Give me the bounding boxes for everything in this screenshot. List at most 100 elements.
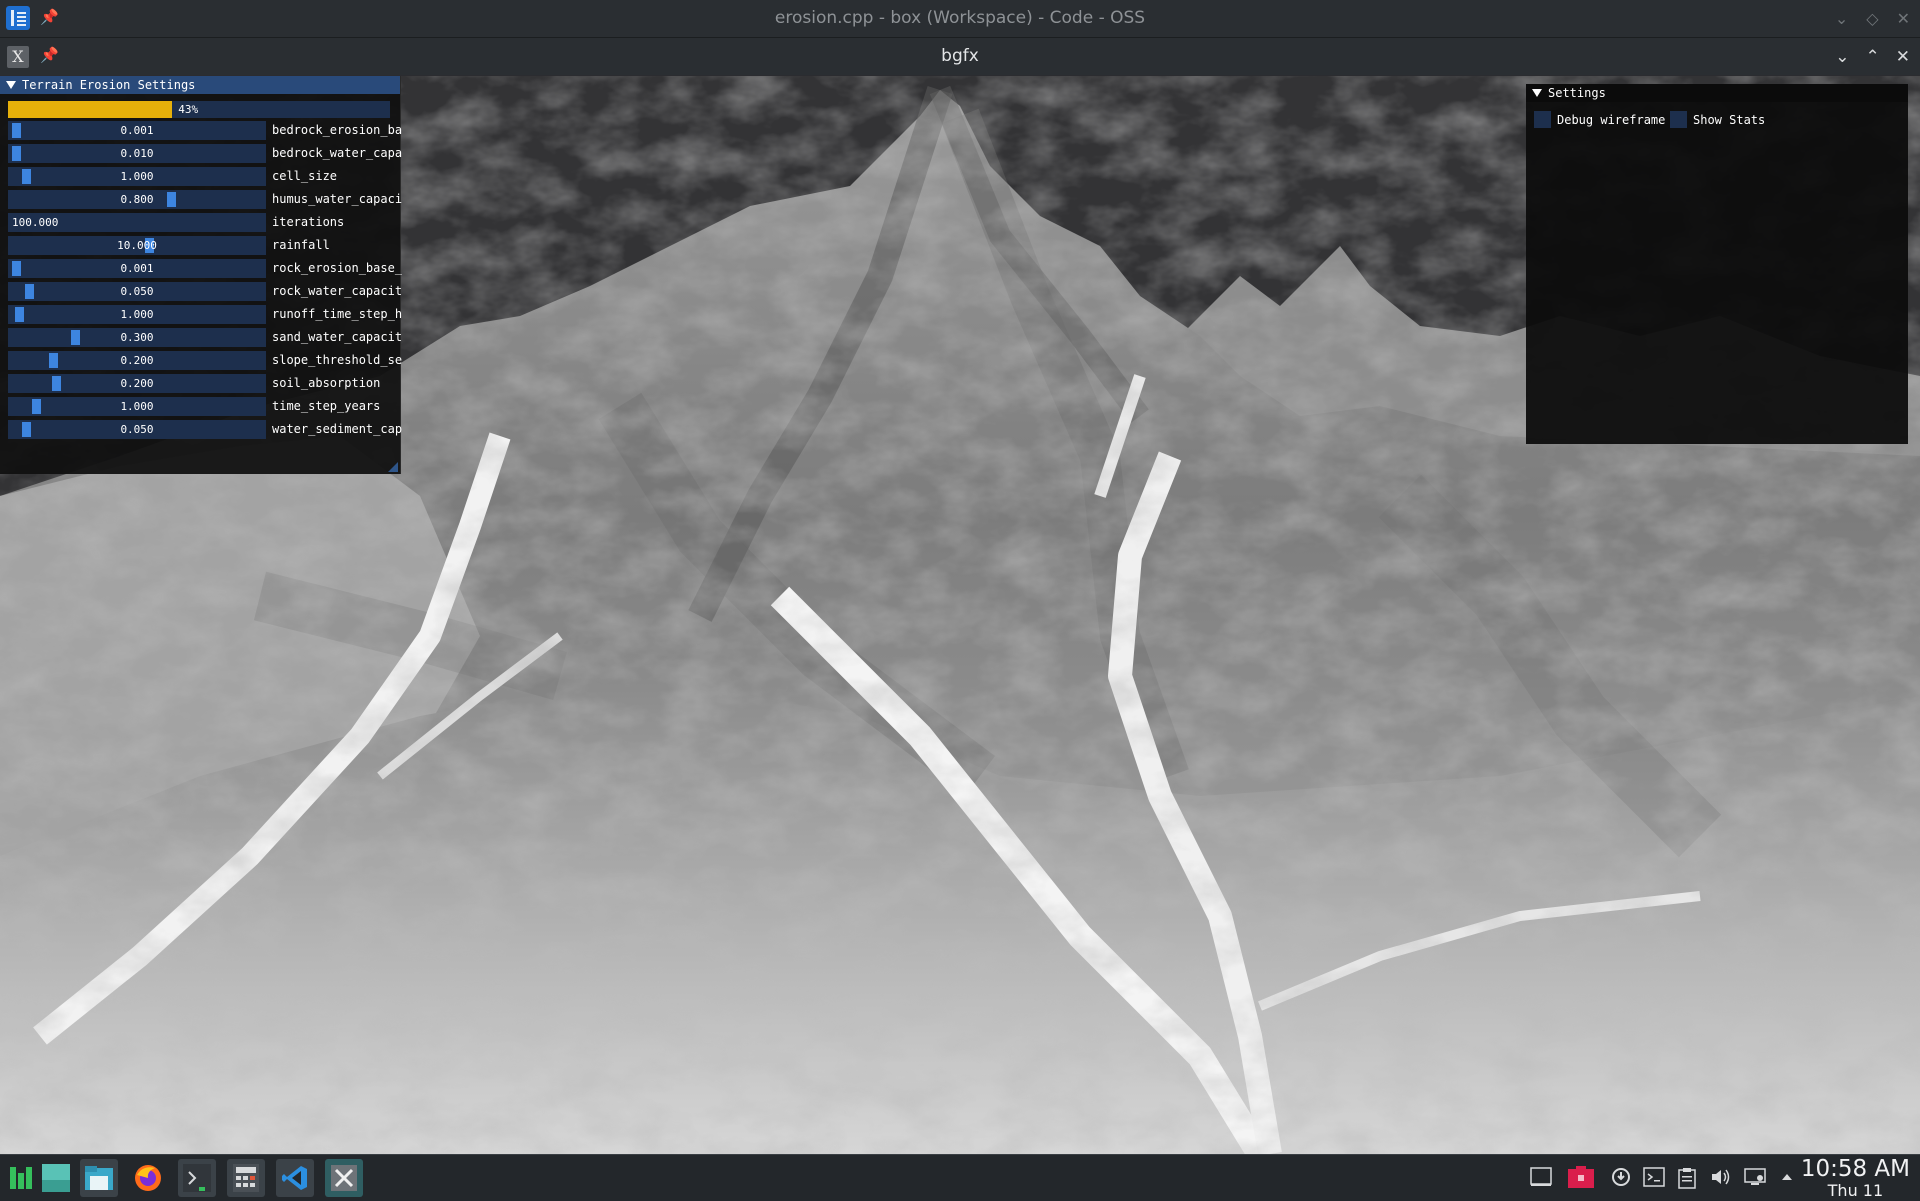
slider-label: water_sediment_cap [272, 422, 402, 436]
collapse-triangle-icon[interactable] [6, 80, 16, 89]
slider-value: 0.001 [120, 124, 154, 137]
slider-row[interactable]: 1.000 time_step_years [8, 397, 400, 416]
slider-label: bedrock_erosion_ba [272, 123, 402, 137]
slider-label: rock_erosion_base_ [272, 261, 402, 275]
volume-icon[interactable] [1710, 1167, 1732, 1192]
clock-date: Thu 11 [1827, 1181, 1884, 1200]
checkbox-label: Show Stats [1693, 112, 1766, 127]
app-launcher-icon[interactable] [2, 1159, 40, 1197]
slider-row[interactable]: 0.200 slope_threshold_se [8, 351, 402, 370]
slider-track[interactable]: 0.001 [8, 259, 266, 278]
maximize-icon[interactable]: ⌃ [1866, 47, 1880, 67]
slider-row[interactable]: 100.000 iterations [8, 213, 400, 232]
update-icon[interactable] [1611, 1167, 1631, 1192]
calculator-icon[interactable] [227, 1159, 265, 1197]
slider-row[interactable]: 1.000 runoff_time_step_h [8, 305, 402, 324]
vscode-icon[interactable] [276, 1159, 314, 1197]
slider-track[interactable]: 0.001 [8, 121, 266, 140]
slider-label: slope_threshold_se [272, 353, 402, 367]
file-manager-icon[interactable] [80, 1159, 118, 1197]
terminal-icon[interactable] [178, 1159, 216, 1197]
expand-tray-icon[interactable] [1780, 1167, 1794, 1192]
terrain-erosion-panel-header[interactable]: Terrain Erosion Settings [0, 76, 400, 94]
slider-value: 0.800 [120, 193, 154, 206]
panel-title: Settings [1548, 86, 1606, 100]
slider-label: soil_absorption [272, 376, 381, 390]
slider-track[interactable]: 0.300 [8, 328, 266, 347]
slider-track[interactable]: 0.200 [8, 351, 266, 370]
clock-time: 10:58 AM [1800, 1156, 1910, 1182]
x-app-icon[interactable]: X [7, 46, 29, 68]
terrain-erosion-panel[interactable]: Terrain Erosion Settings 43% 0.001 bedroc… [0, 76, 402, 474]
close-icon[interactable]: ✕ [1897, 9, 1910, 28]
slider-row[interactable]: 1.000 cell_size [8, 167, 400, 186]
pin-icon[interactable]: 📌 [40, 46, 59, 64]
settings-panel[interactable]: Settings Debug wireframe Show Stats [1526, 84, 1908, 444]
slider-row[interactable]: 0.050 water_sediment_cap [8, 420, 402, 439]
slider-track[interactable]: 1.000 [8, 167, 266, 186]
minimize-icon[interactable]: ⌄ [1835, 9, 1848, 28]
progress-fill [8, 101, 173, 118]
minimize-icon[interactable]: ⌄ [1835, 47, 1849, 67]
slider-row[interactable]: 10.000 rainfall [8, 236, 400, 255]
erosion-progress-bar: 43% [8, 101, 390, 118]
slider-track[interactable]: 0.010 [8, 144, 266, 163]
panel-title: Terrain Erosion Settings [22, 78, 196, 92]
slider-label: cell_size [272, 169, 338, 183]
progress-label: 43% [178, 103, 199, 116]
checkbox-label: Debug wireframe [1557, 112, 1666, 127]
slider-value: 1.000 [120, 170, 154, 183]
slider-value: 100.000 [12, 216, 59, 229]
slider-label: iterations [272, 215, 345, 229]
terminal-tray-icon[interactable] [1643, 1167, 1665, 1192]
debug-wireframe-checkbox[interactable] [1534, 111, 1551, 128]
slider-value: 0.010 [120, 147, 154, 160]
slider-label: time_step_years [272, 399, 381, 413]
clock[interactable]: 10:58 AM Thu 11 [1801, 1156, 1910, 1200]
slider-track[interactable]: 1.000 [8, 397, 266, 416]
slider-row[interactable]: 0.010 bedrock_water_capa [8, 144, 402, 163]
slider-label: runoff_time_step_h [272, 307, 402, 321]
restore-icon[interactable]: ◇ [1866, 9, 1878, 28]
slider-track[interactable]: 100.000 [8, 213, 266, 232]
slider-label: rock_water_capacit [272, 284, 402, 298]
screen-icon[interactable] [1530, 1167, 1552, 1192]
outer-window-buttons: ⌄ ◇ ✕ [1835, 0, 1910, 37]
slider-track[interactable]: 0.800 [8, 190, 266, 209]
slider-row[interactable]: 0.300 sand_water_capacit [8, 328, 402, 347]
slider-row[interactable]: 0.001 rock_erosion_base_ [8, 259, 402, 278]
show-stats-row[interactable]: Show Stats [1670, 111, 1765, 128]
slider-row[interactable]: 0.050 rock_water_capacit [8, 282, 402, 301]
slider-track[interactable]: 10.000 [8, 236, 266, 255]
inner-window-buttons: ⌄ ⌃ ✕ [1835, 38, 1910, 75]
desktop-icon[interactable] [37, 1159, 75, 1197]
slider-row[interactable]: 0.001 bedrock_erosion_ba [8, 121, 402, 140]
slider-track[interactable]: 1.000 [8, 305, 266, 324]
vault-icon[interactable] [1567, 1165, 1595, 1194]
slider-row[interactable]: 0.800 humus_water_capaci [8, 190, 402, 209]
slider-label: sand_water_capacit [272, 330, 402, 344]
slider-row[interactable]: 0.200 soil_absorption [8, 374, 400, 393]
slider-value: 1.000 [120, 400, 154, 413]
slider-value: 0.050 [120, 285, 154, 298]
settings-panel-header[interactable]: Settings [1526, 84, 1908, 102]
inner-window-title: bgfx [941, 46, 979, 66]
show-stats-checkbox[interactable] [1670, 111, 1687, 128]
outer-titlebar: 📌 erosion.cpp - box (Workspace) - Code -… [0, 0, 1920, 38]
firefox-icon[interactable] [129, 1159, 167, 1197]
debug-wireframe-row[interactable]: Debug wireframe [1534, 111, 1665, 128]
collapse-triangle-icon[interactable] [1532, 88, 1542, 97]
slider-track[interactable]: 0.050 [8, 420, 266, 439]
resize-grip[interactable] [388, 462, 398, 472]
clipboard-icon[interactable] [1678, 1167, 1696, 1194]
slider-label: bedrock_water_capa [272, 146, 402, 160]
inner-titlebar: bgfx [0, 38, 1920, 75]
network-icon[interactable] [1744, 1167, 1766, 1192]
close-icon[interactable]: ✕ [1896, 47, 1910, 67]
bgfx-app-icon[interactable] [325, 1159, 363, 1197]
slider-value: 0.050 [120, 423, 154, 436]
taskbar: 10:58 AM Thu 11 [0, 1154, 1920, 1201]
slider-track[interactable]: 0.050 [8, 282, 266, 301]
slider-track[interactable]: 0.200 [8, 374, 266, 393]
slider-value: 10.000 [117, 239, 157, 252]
